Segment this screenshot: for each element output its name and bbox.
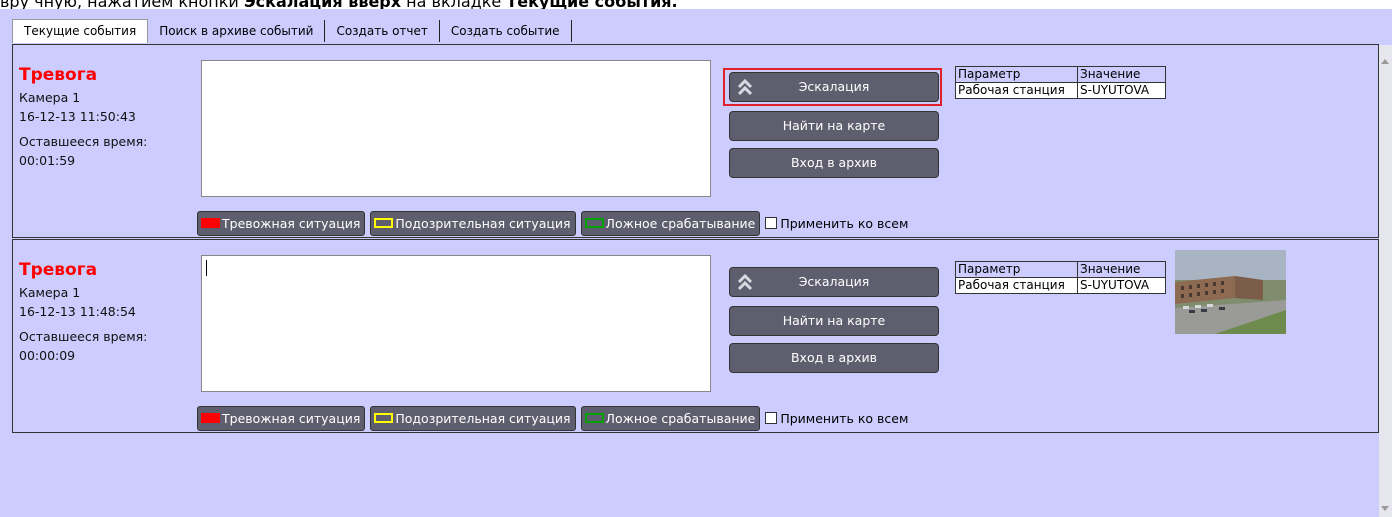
param-cell: Рабочая станция bbox=[955, 277, 1078, 294]
find-on-map-button[interactable]: Найти на карте bbox=[729, 111, 939, 141]
mark-suspicious-button[interactable]: Подозрительная ситуация bbox=[370, 210, 576, 236]
apply-to-all-label: Применить ко всем bbox=[780, 410, 909, 426]
value-cell: S-UYUTOVA bbox=[1077, 82, 1166, 99]
green-swatch-icon bbox=[584, 218, 604, 228]
mark-alarm-button[interactable]: Тревожная ситуация bbox=[197, 210, 366, 236]
event-camera: Камера 1 bbox=[19, 285, 81, 300]
remaining-time-label: Оставшееся время: bbox=[19, 329, 148, 344]
tab-create-report[interactable]: Создать отчет bbox=[325, 20, 440, 42]
text-caret bbox=[206, 260, 207, 276]
scroll-down-arrow-icon[interactable] bbox=[1381, 506, 1389, 511]
escalate-button-label: Эскалация bbox=[798, 79, 870, 94]
mark-false-alarm-button[interactable]: Ложное срабатывание bbox=[580, 210, 761, 236]
mark-suspicious-label: Подозрительная ситуация bbox=[395, 215, 571, 231]
instruction-caption: вру чную, нажатием кнопки Эскалация ввер… bbox=[0, 0, 678, 11]
red-swatch-icon bbox=[201, 413, 220, 423]
chevron-up-double-icon bbox=[737, 273, 753, 291]
find-on-map-button[interactable]: Найти на карте bbox=[729, 306, 939, 336]
mark-alarm-label: Тревожная ситуация bbox=[222, 410, 361, 426]
archive-enter-button[interactable]: Вход в архив bbox=[729, 148, 939, 178]
archive-enter-label: Вход в архив bbox=[790, 350, 878, 365]
event-camera: Камера 1 bbox=[19, 90, 81, 105]
scroll-up-arrow-icon[interactable] bbox=[1381, 59, 1389, 64]
mark-false-label: Ложное срабатывание bbox=[605, 215, 756, 231]
tab-current-events[interactable]: Текущие события bbox=[12, 19, 149, 43]
parameter-table: Параметр Значение Рабочая станция S-UYUT… bbox=[955, 66, 1166, 99]
param-header: Параметр bbox=[955, 261, 1078, 278]
mark-suspicious-button[interactable]: Подозрительная ситуация bbox=[370, 405, 576, 431]
comment-textarea[interactable] bbox=[201, 255, 711, 392]
tab-create-event[interactable]: Создать событие bbox=[439, 20, 572, 42]
escalate-button[interactable]: Эскалация bbox=[729, 72, 939, 102]
event-panel: Тревога Камера 1 16-12-13 11:50:43 Остав… bbox=[12, 44, 1379, 238]
remaining-time-value: 00:01:59 bbox=[19, 153, 76, 168]
archive-enter-button[interactable]: Вход в архив bbox=[729, 343, 939, 373]
find-on-map-label: Найти на карте bbox=[782, 313, 886, 328]
remaining-time-label: Оставшееся время: bbox=[19, 134, 148, 149]
escalate-button[interactable]: Эскалация bbox=[729, 267, 939, 297]
escalate-button-label: Эскалация bbox=[798, 274, 870, 289]
event-panel: Тревога Камера 1 16-12-13 11:48:54 Остав… bbox=[12, 239, 1379, 433]
apply-to-all-checkbox[interactable]: Применить ко всем bbox=[765, 411, 908, 426]
mark-false-alarm-button[interactable]: Ложное срабатывание bbox=[580, 405, 761, 431]
tab-archive-search[interactable]: Поиск в архиве событий bbox=[148, 20, 326, 42]
parameter-table: Параметр Значение Рабочая станция S-UYUT… bbox=[955, 261, 1166, 294]
events-window: Текущие события Поиск в архиве событий С… bbox=[0, 9, 1392, 517]
event-datetime: 16-12-13 11:48:54 bbox=[19, 304, 136, 319]
event-title: Тревога bbox=[19, 260, 98, 280]
tab-bar: Текущие события Поиск в архиве событий С… bbox=[12, 19, 572, 43]
value-header: Значение bbox=[1077, 66, 1166, 83]
apply-to-all-checkbox[interactable]: Применить ко всем bbox=[765, 216, 908, 231]
param-header: Параметр bbox=[955, 66, 1078, 83]
vertical-scrollbar[interactable] bbox=[1379, 45, 1392, 517]
value-header: Значение bbox=[1077, 261, 1166, 278]
event-datetime: 16-12-13 11:50:43 bbox=[19, 109, 136, 124]
checkbox-box[interactable] bbox=[765, 217, 778, 229]
mark-alarm-button[interactable]: Тревожная ситуация bbox=[197, 405, 366, 431]
value-cell: S-UYUTOVA bbox=[1077, 277, 1166, 294]
yellow-swatch-icon bbox=[374, 413, 394, 423]
red-swatch-icon bbox=[201, 218, 220, 228]
find-on-map-label: Найти на карте bbox=[782, 118, 886, 133]
camera-snapshot-image bbox=[1175, 250, 1286, 334]
archive-enter-label: Вход в архив bbox=[790, 155, 878, 170]
checkbox-box[interactable] bbox=[765, 412, 778, 424]
apply-to-all-label: Применить ко всем bbox=[780, 215, 909, 231]
marks-bar: Тревожная ситуация Подозрительная ситуац… bbox=[197, 405, 908, 431]
mark-alarm-label: Тревожная ситуация bbox=[222, 215, 361, 231]
camera-snapshot-thumbnail[interactable] bbox=[1175, 250, 1286, 334]
marks-bar: Тревожная ситуация Подозрительная ситуац… bbox=[197, 210, 908, 236]
event-title: Тревога bbox=[19, 65, 98, 85]
mark-false-label: Ложное срабатывание bbox=[605, 410, 756, 426]
remaining-time-value: 00:00:09 bbox=[19, 348, 76, 363]
green-swatch-icon bbox=[584, 413, 604, 423]
param-cell: Рабочая станция bbox=[955, 82, 1078, 99]
chevron-up-double-icon bbox=[737, 78, 753, 96]
mark-suspicious-label: Подозрительная ситуация bbox=[395, 410, 571, 426]
comment-textarea[interactable] bbox=[201, 60, 711, 197]
yellow-swatch-icon bbox=[374, 218, 394, 228]
